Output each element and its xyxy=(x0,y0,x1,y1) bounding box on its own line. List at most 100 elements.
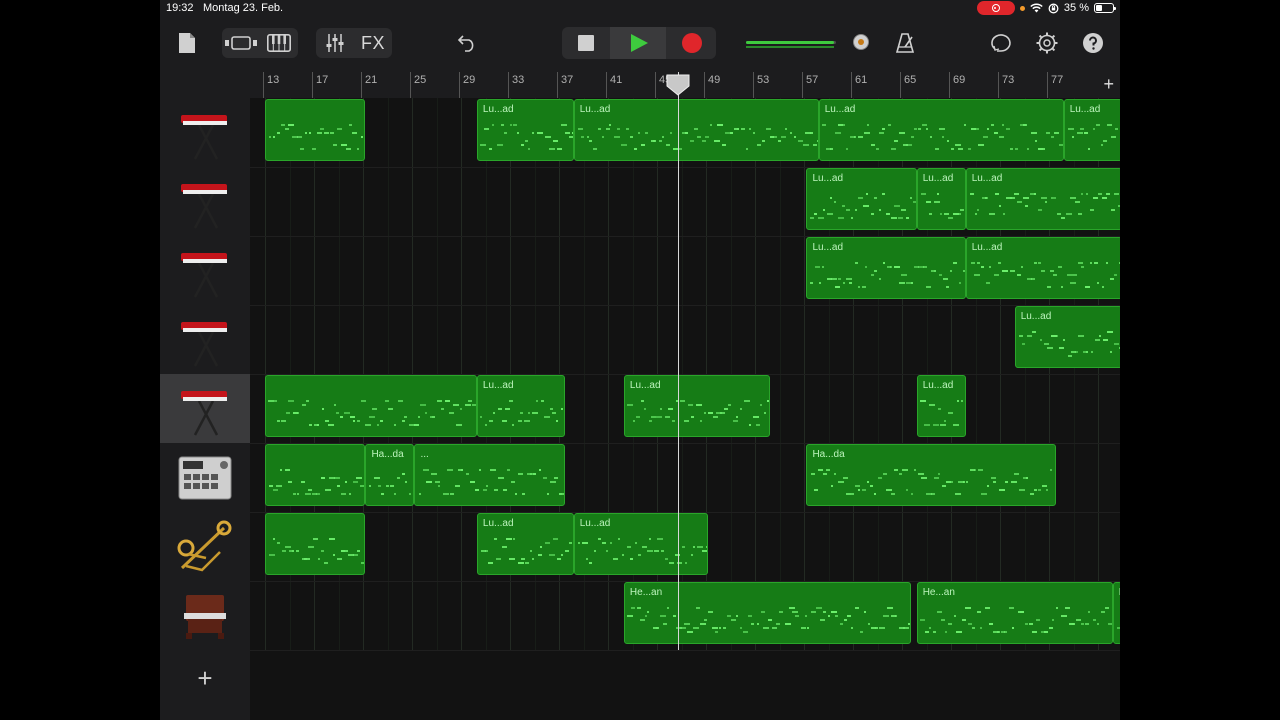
track-lane[interactable] xyxy=(250,305,1120,375)
midi-region[interactable]: Lu...ad xyxy=(623,375,770,437)
midi-region[interactable]: Lu...ad xyxy=(476,513,574,575)
midi-note xyxy=(708,412,714,414)
midi-note xyxy=(987,128,990,130)
midi-note xyxy=(976,262,980,264)
midi-note xyxy=(866,193,869,195)
midi-note xyxy=(849,282,853,284)
master-volume-slider[interactable] xyxy=(746,41,836,44)
track-header-1[interactable] xyxy=(160,98,250,167)
midi-region[interactable]: Lu...ad xyxy=(573,99,819,161)
screen-recording-icon[interactable] xyxy=(976,1,1015,15)
metronome-button[interactable] xyxy=(892,30,918,56)
track-header-5-selected[interactable] xyxy=(160,374,250,443)
midi-region[interactable] xyxy=(265,375,477,437)
midi-region[interactable]: Lu...ad xyxy=(806,168,917,230)
midi-note xyxy=(940,213,943,215)
midi-note xyxy=(664,416,670,418)
midi-note xyxy=(857,197,863,199)
midi-note xyxy=(305,400,309,402)
midi-region[interactable]: He... xyxy=(1112,582,1120,644)
midi-region[interactable]: Lu...ad xyxy=(916,168,966,230)
midi-note xyxy=(878,278,881,280)
ruler-bar-number: 29 xyxy=(463,74,476,86)
midi-note xyxy=(811,611,816,613)
play-button[interactable] xyxy=(610,27,666,59)
midi-note xyxy=(1006,128,1011,130)
midi-region[interactable] xyxy=(265,444,366,506)
fx-button[interactable]: FX xyxy=(356,30,390,56)
playhead-handle[interactable] xyxy=(666,74,690,96)
loop-browser-button[interactable] xyxy=(988,30,1014,56)
midi-note xyxy=(305,493,312,495)
midi-note xyxy=(938,274,942,276)
midi-note xyxy=(1091,351,1094,353)
midi-note xyxy=(305,132,308,134)
midi-note xyxy=(748,128,751,130)
midi-note xyxy=(320,128,325,130)
midi-region[interactable]: He...an xyxy=(916,582,1113,644)
midi-region[interactable]: Lu...ad xyxy=(573,513,709,575)
region-label: Lu...ad xyxy=(812,173,844,184)
master-volume-knob[interactable] xyxy=(853,34,869,50)
settings-button[interactable] xyxy=(1034,30,1060,56)
midi-note xyxy=(954,144,961,146)
midi-note xyxy=(809,217,814,219)
help-button[interactable] xyxy=(1080,30,1106,56)
midi-note xyxy=(500,124,504,126)
midi-note xyxy=(593,148,598,150)
mixer-button[interactable] xyxy=(320,30,350,56)
ruler-bar-number: 65 xyxy=(904,74,917,86)
track-header-4[interactable] xyxy=(160,305,250,374)
midi-region[interactable] xyxy=(265,99,366,161)
midi-region[interactable]: Lu...ad xyxy=(965,168,1120,230)
my-songs-button[interactable] xyxy=(176,30,198,56)
add-section-button[interactable]: + xyxy=(1103,74,1114,95)
midi-note xyxy=(993,132,998,134)
midi-note xyxy=(788,607,795,609)
midi-region[interactable] xyxy=(265,513,366,575)
midi-note xyxy=(1095,339,1101,341)
midi-note xyxy=(640,400,644,402)
midi-region[interactable]: Lu...ad xyxy=(1063,99,1120,161)
midi-note xyxy=(1048,627,1053,629)
tracks-view-button[interactable] xyxy=(224,30,258,56)
midi-note xyxy=(708,611,714,613)
midi-region[interactable]: Lu...ad xyxy=(916,375,966,437)
midi-region[interactable]: Lu...ad xyxy=(1014,306,1120,368)
midi-region[interactable]: He...an xyxy=(623,582,911,644)
loop-icon xyxy=(991,34,1011,52)
brass-icon xyxy=(177,520,232,571)
region-label: Ha...da xyxy=(812,449,845,460)
midi-region[interactable]: Ha...da xyxy=(806,444,1057,506)
midi-note xyxy=(972,627,976,629)
track-header-6[interactable] xyxy=(160,443,250,512)
midi-note xyxy=(1022,197,1029,199)
track-header-7[interactable] xyxy=(160,512,250,581)
midi-note xyxy=(847,615,852,617)
midi-region[interactable]: Lu...ad xyxy=(965,237,1120,299)
help-icon xyxy=(1083,33,1103,53)
add-track-button[interactable]: + xyxy=(193,665,217,691)
midi-region[interactable]: Lu...ad xyxy=(806,237,966,299)
record-button[interactable] xyxy=(672,27,712,59)
stop-button[interactable] xyxy=(566,27,606,59)
midi-region[interactable]: Lu...ad xyxy=(818,99,1064,161)
midi-note xyxy=(959,209,964,211)
midi-note xyxy=(998,262,1002,264)
midi-region[interactable]: Lu...ad xyxy=(476,375,566,437)
midi-region[interactable]: Ha...da xyxy=(365,444,415,506)
midi-region[interactable]: Lu...ad xyxy=(476,99,574,161)
midi-note xyxy=(814,489,819,491)
midi-note xyxy=(497,477,504,479)
midi-note xyxy=(617,128,621,130)
track-header-3[interactable] xyxy=(160,236,250,305)
undo-button[interactable] xyxy=(454,30,480,56)
track-header-8[interactable] xyxy=(160,581,250,650)
midi-note xyxy=(486,485,489,487)
midi-note xyxy=(938,128,945,130)
track-header-2[interactable] xyxy=(160,167,250,236)
midi-note xyxy=(1081,266,1084,268)
arrangement-area[interactable]: Lu...ad Lu...ad Lu...ad Lu...ad Lu...ad Lu...… xyxy=(250,98,1120,720)
instrument-view-button[interactable] xyxy=(264,30,294,56)
midi-region[interactable]: ... xyxy=(414,444,566,506)
